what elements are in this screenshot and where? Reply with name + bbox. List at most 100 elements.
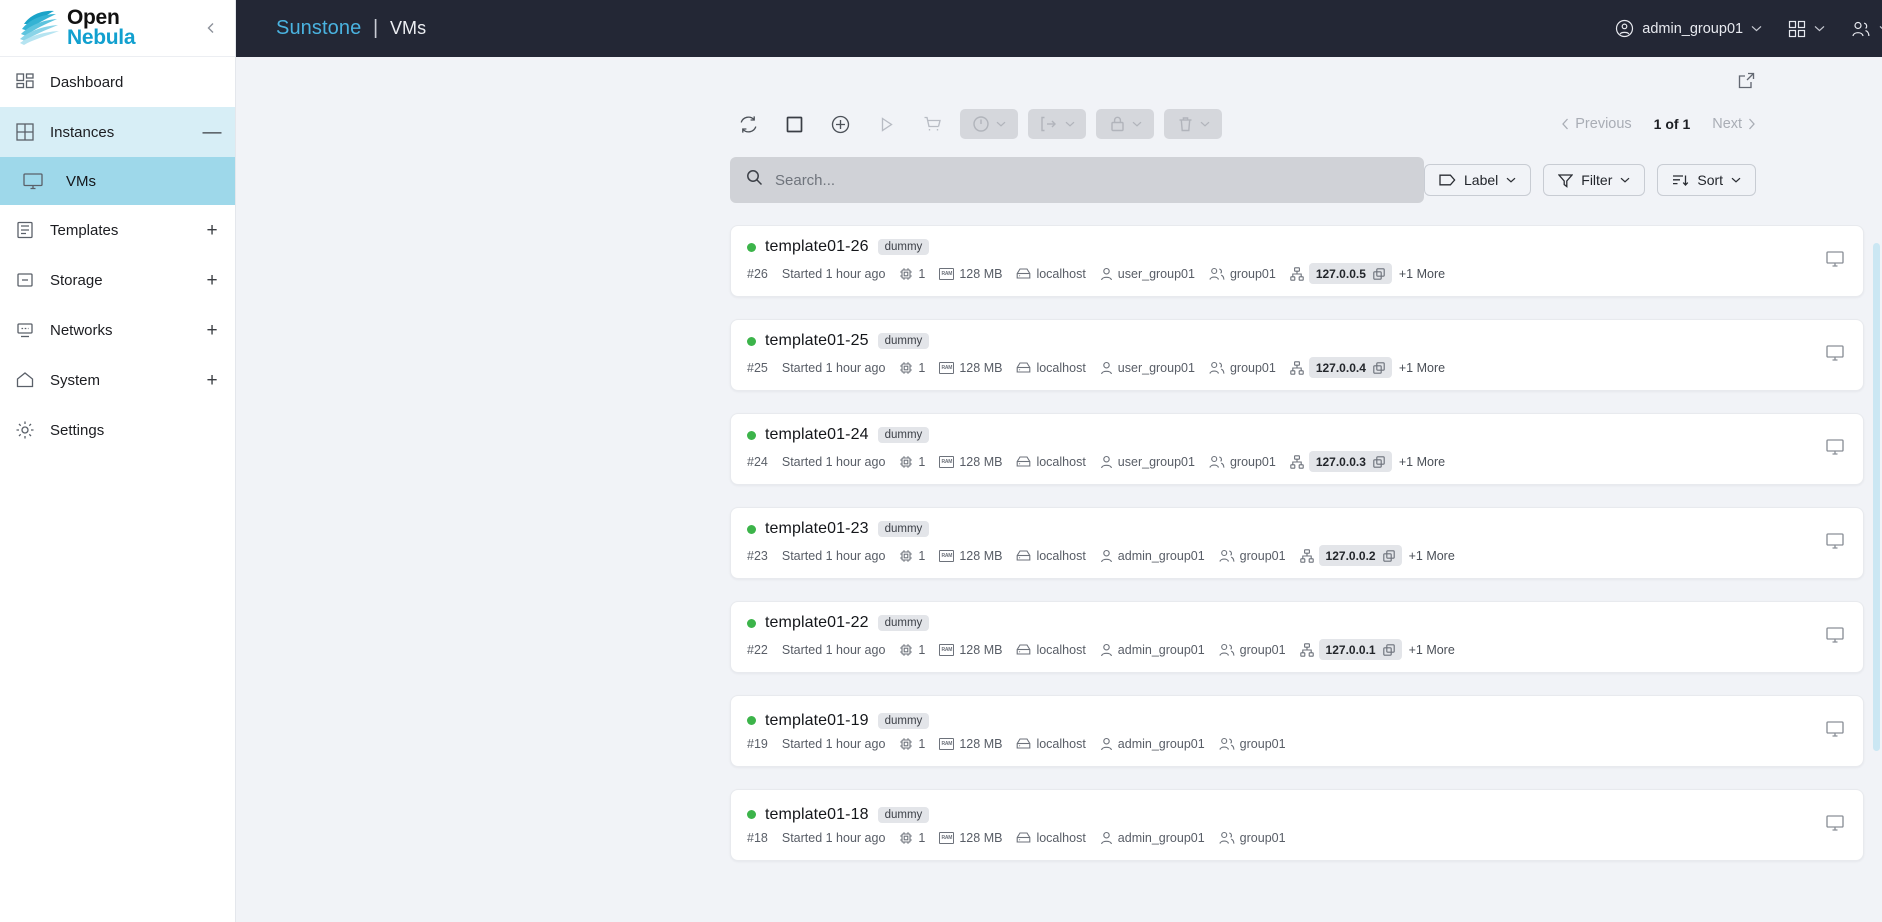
vm-more-ips-link[interactable]: +1 More	[1399, 361, 1445, 375]
group-menu-button[interactable]	[1851, 20, 1882, 38]
vm-ip-badge[interactable]: 127.0.0.2	[1318, 545, 1402, 566]
chevron-left-icon[interactable]	[201, 18, 221, 38]
delete-actions-dropdown[interactable]	[1164, 109, 1222, 139]
sidebar-item-networks[interactable]: Networks +	[0, 305, 235, 355]
vm-memory-value: 128 MB	[959, 454, 1003, 469]
refresh-button[interactable]	[730, 107, 766, 141]
sidebar-item-templates[interactable]: Templates +	[0, 205, 235, 255]
network-node-icon	[1290, 360, 1304, 375]
page-title: Sunstone | VMs	[276, 17, 426, 40]
vnc-console-button[interactable]	[1825, 438, 1845, 461]
vm-title-row: template01-18 dummy	[747, 806, 1286, 824]
vm-name[interactable]: template01-19	[765, 712, 869, 730]
vm-more-ips-link[interactable]: +1 More	[1399, 455, 1445, 469]
add-system-icon[interactable]: +	[189, 371, 235, 390]
add-template-icon[interactable]: +	[189, 221, 235, 240]
vm-ip-badge[interactable]: 127.0.0.4	[1308, 357, 1392, 378]
previous-page-button[interactable]: Previous	[1561, 116, 1632, 132]
copy-icon[interactable]	[1373, 455, 1385, 468]
vm-name[interactable]: template01-23	[765, 520, 869, 538]
user-icon	[1100, 361, 1113, 375]
vm-card[interactable]: template01-25 dummy #25 Started 1 hour ago 1…	[730, 319, 1864, 391]
vm-host-value: localhost	[1036, 830, 1086, 845]
vnc-console-button[interactable]	[1825, 814, 1845, 837]
vm-card[interactable]: template01-23 dummy #23 Started 1 hour ago 1…	[730, 507, 1864, 579]
apps-menu-button[interactable]	[1788, 20, 1825, 38]
label-filter-button[interactable]: Label	[1424, 164, 1532, 196]
user-menu-label: admin_group01	[1642, 20, 1744, 37]
migrate-actions-dropdown[interactable]	[1028, 109, 1086, 139]
vm-name[interactable]: template01-24	[765, 426, 869, 444]
vm-tag-badge[interactable]: dummy	[877, 333, 930, 349]
collapse-minus-icon[interactable]: —	[189, 123, 235, 142]
vm-card[interactable]: template01-19 dummy #19 Started 1 hour ago 1…	[730, 695, 1864, 767]
vm-group-value: group01	[1239, 548, 1286, 563]
vm-name[interactable]: template01-22	[765, 614, 869, 632]
vm-metadata-row: #25 Started 1 hour ago 1 RAM 128 MB localhost…	[747, 357, 1445, 378]
content-area: Previous 1 of 1 Next Search... Label Fil…	[236, 57, 1882, 922]
vm-id: #26	[747, 266, 768, 281]
copy-icon[interactable]	[1373, 361, 1385, 374]
vm-card[interactable]: template01-18 dummy #18 Started 1 hour ago 1…	[730, 789, 1864, 861]
sidebar-item-system[interactable]: System +	[0, 355, 235, 405]
vm-memory-value: 128 MB	[959, 360, 1003, 375]
vm-card[interactable]: template01-26 dummy #26 Started 1 hour ago 1…	[730, 225, 1864, 297]
users-icon	[1219, 831, 1235, 845]
create-vm-button[interactable]	[822, 107, 858, 141]
vm-card[interactable]: template01-24 dummy #24 Started 1 hour ago 1…	[730, 413, 1864, 485]
external-link-icon[interactable]	[1737, 71, 1756, 95]
vm-tag-badge[interactable]: dummy	[877, 615, 930, 631]
next-page-button[interactable]: Next	[1712, 116, 1756, 132]
sidebar-item-storage[interactable]: Storage +	[0, 255, 235, 305]
vnc-console-button[interactable]	[1825, 344, 1845, 367]
filter-button[interactable]: Filter	[1543, 164, 1646, 196]
vm-more-ips-link[interactable]: +1 More	[1409, 643, 1455, 657]
vm-tag-badge[interactable]: dummy	[877, 521, 930, 537]
copy-icon[interactable]	[1382, 643, 1395, 656]
vm-ip-badge[interactable]: 127.0.0.1	[1318, 639, 1402, 660]
search-box[interactable]	[730, 157, 1424, 203]
sort-button[interactable]: Sort	[1657, 164, 1757, 196]
lock-actions-dropdown[interactable]	[1096, 109, 1154, 139]
play-button[interactable]	[868, 107, 904, 141]
opennebula-logo[interactable]: Open Nebula	[18, 7, 136, 48]
vnc-console-button[interactable]	[1825, 626, 1845, 649]
vm-name[interactable]: template01-25	[765, 332, 869, 350]
add-network-icon[interactable]: +	[189, 321, 235, 340]
vnc-console-button[interactable]	[1825, 532, 1845, 555]
vm-card[interactable]: template01-22 dummy #22 Started 1 hour ago 1…	[730, 601, 1864, 673]
sidebar-item-settings[interactable]: Settings	[0, 405, 235, 455]
vm-group-value: group01	[1229, 360, 1276, 375]
copy-icon[interactable]	[1373, 267, 1385, 280]
sidebar-item-instances[interactable]: Instances —	[0, 107, 235, 157]
vm-ip-badge[interactable]: 127.0.0.3	[1308, 451, 1392, 472]
vm-more-ips-link[interactable]: +1 More	[1399, 267, 1445, 281]
vertical-scrollbar[interactable]	[1873, 243, 1880, 751]
vnc-console-button[interactable]	[1825, 250, 1845, 273]
vm-memory-group: RAM 128 MB	[939, 455, 1002, 469]
select-all-button[interactable]	[776, 107, 812, 141]
vm-name[interactable]: template01-18	[765, 806, 869, 824]
vm-name[interactable]: template01-26	[765, 238, 869, 256]
add-storage-icon[interactable]: +	[189, 271, 235, 290]
vm-host-group: localhost	[1016, 549, 1086, 563]
sidebar-item-vms[interactable]: VMs	[0, 157, 235, 205]
vm-tag-badge[interactable]: dummy	[877, 712, 930, 729]
vm-network-group: 127.0.0.2	[1299, 545, 1402, 566]
vm-ip-badge[interactable]: 127.0.0.5	[1308, 263, 1392, 284]
vm-tag-badge[interactable]: dummy	[877, 806, 930, 823]
vm-time: Started 1 hour ago	[781, 642, 886, 657]
vm-more-ips-link[interactable]: +1 More	[1409, 549, 1455, 563]
sidebar-item-dashboard[interactable]: Dashboard	[0, 57, 235, 107]
user-menu-button[interactable]: admin_group01	[1615, 19, 1762, 38]
top-header: Sunstone | VMs admin_group01	[236, 0, 1882, 57]
state-actions-dropdown[interactable]	[960, 109, 1018, 139]
search-input[interactable]	[775, 171, 1408, 189]
vnc-console-button[interactable]	[1825, 720, 1845, 743]
copy-icon[interactable]	[1382, 549, 1395, 562]
vm-tag-badge[interactable]: dummy	[877, 427, 930, 443]
cpu-chip-icon	[899, 737, 913, 751]
marketplace-cart-button[interactable]	[914, 107, 950, 141]
vm-tag-badge[interactable]: dummy	[877, 239, 930, 255]
vm-ip-value: 127.0.0.5	[1315, 266, 1366, 281]
